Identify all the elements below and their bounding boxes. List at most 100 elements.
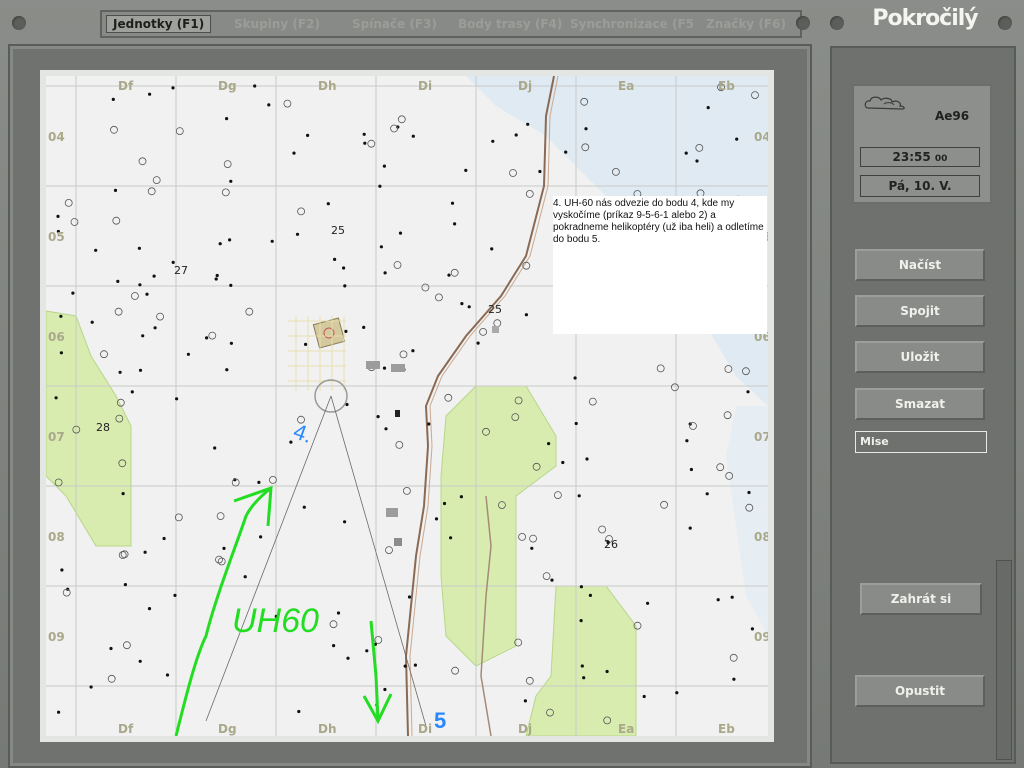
building-marker [580,664,584,668]
vehicle-marker[interactable] [391,364,405,372]
building-marker [378,184,382,188]
tab-switches[interactable]: Spínače (F3) [352,17,437,31]
grid-col-label: Dg [218,79,237,93]
building-marker [467,305,471,309]
map-canvas[interactable]: UH60 4. 5 25 27 25 28 26 DfDfDgDgDhDhDiD… [46,76,768,736]
grid-col-label: Di [418,79,432,93]
building-marker [383,687,387,692]
grid-row-label: 09 [48,630,65,644]
building-marker [490,247,494,251]
vehicle-marker[interactable] [394,538,402,546]
building-marker [706,106,710,110]
drawn-waypoint-5: 5 [434,708,446,733]
building-marker [585,457,589,461]
mission-note[interactable]: 4. UH-60 nás odvezie do bodu 4, kde my v… [553,196,767,334]
tab-waypoints[interactable]: Body trasy (F4) [458,17,562,31]
grid-col-label: Di [418,722,432,736]
building-marker [147,607,152,611]
mission-date[interactable]: Pá, 10. V. [860,175,980,197]
grid-row-label: 08 [48,530,65,544]
building-marker [344,329,348,333]
building-marker [336,611,341,615]
tab-synchronization[interactable]: Synchronizace (F5 [570,17,694,31]
building-marker [259,535,263,539]
building-marker [459,495,463,499]
building-marker [215,273,219,278]
building-marker [407,595,412,599]
grid-col-label: Dj [518,79,532,93]
building-marker [118,370,122,374]
building-marker [403,664,407,668]
building-marker [267,103,271,107]
building-marker [579,619,583,623]
tab-units[interactable]: Jednotky (F1) [106,15,212,33]
building-marker [550,578,554,582]
grid-col-label: Dg [218,722,237,736]
building-marker [173,593,177,598]
building-marker [453,222,457,226]
tab-groups[interactable]: Skupiny (F2) [234,17,320,31]
building-marker [427,422,431,426]
building-marker [175,397,179,401]
grid-col-label: Eb [718,722,735,736]
quit-button[interactable]: Opustit [855,675,985,707]
elevation-label: 25 [488,303,502,316]
building-marker [573,376,577,380]
building-marker [214,277,218,281]
building-marker [447,273,451,277]
building-marker [152,274,156,278]
building-marker [705,492,709,496]
grid-col-label: Dj [518,722,532,736]
building-marker [145,292,149,296]
building-marker [116,279,120,283]
side-scrollbar[interactable] [996,560,1012,760]
building-marker [689,467,694,472]
grid-col-label: Df [118,722,134,736]
play-button[interactable]: Zahrát si [860,583,982,615]
vehicle-marker[interactable] [395,410,400,417]
building-marker [491,139,495,143]
vehicle-marker[interactable] [492,326,499,333]
load-button[interactable]: Načíst [855,249,985,281]
grid-col-label: Dh [318,722,337,736]
mission-map[interactable]: UH60 4. 5 25 27 25 28 26 Df Df Dg Dg Dh Dh Di D… [46,76,768,736]
tab-markers[interactable]: Značky (F6) [706,17,786,31]
grid-row-label: 04 [754,130,768,144]
building-marker [295,232,300,236]
building-marker [304,342,308,346]
drawn-label-uh60: UH60 [232,602,319,640]
vehicle-marker[interactable] [366,361,380,369]
delete-button[interactable]: Smazat [855,388,985,420]
building-marker [411,134,415,138]
building-marker [186,352,190,356]
building-marker [225,368,229,372]
cloud-icon [864,96,905,110]
mission-field[interactable]: Mise [855,431,987,453]
building-marker [579,585,584,589]
elevation-label: 26 [604,538,618,551]
building-marker [411,349,415,353]
mission-time[interactable]: 23:55 00 [860,147,980,167]
screw-icon [796,16,810,30]
building-marker [514,133,518,137]
building-marker [434,517,439,521]
building-marker [716,598,720,602]
building-marker [171,86,175,90]
grid-row-label: 05 [48,230,65,244]
vehicle-marker[interactable] [386,508,398,517]
building-marker [732,677,736,681]
building-marker [162,536,166,541]
building-marker [138,659,142,663]
merge-button[interactable]: Spojit [855,295,985,327]
building-marker [229,283,233,287]
elevation-label: 27 [174,264,188,277]
building-marker [148,92,152,96]
tab-bar: Jednotky (F1) Skupiny (F2) Spínače (F3) … [100,10,802,38]
difficulty-title: Pokročilý [872,6,978,31]
building-marker [642,694,646,699]
building-marker [695,159,699,163]
save-button[interactable]: Uložit [855,341,985,373]
building-marker [222,546,226,550]
building-marker [71,291,75,295]
building-marker [450,201,455,205]
